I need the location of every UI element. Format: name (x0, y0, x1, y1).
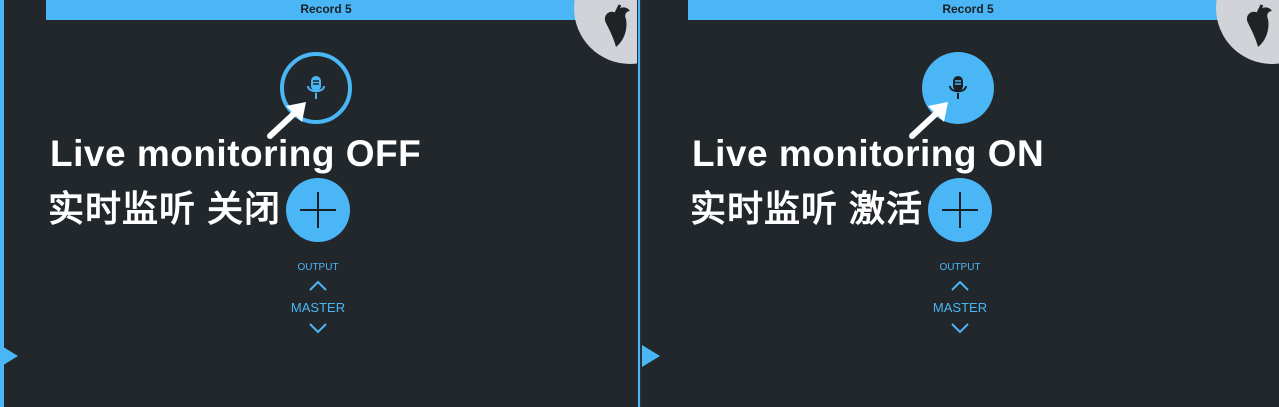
output-label: OUTPUT (297, 262, 339, 273)
fl-studio-fruit-logo-icon (1246, 4, 1272, 47)
add-button[interactable] (286, 178, 350, 242)
chevron-down-icon[interactable] (950, 321, 970, 335)
output-master-selector[interactable]: MASTER (910, 300, 1010, 315)
fl-studio-fruit-logo-icon (604, 4, 630, 47)
record-title-bar[interactable]: Record 5 (688, 0, 1248, 20)
expand-arrow-icon[interactable] (642, 345, 660, 367)
panel-monitoring-on: Record 5 OUTPUT MASTER Live monitoring O… (642, 0, 1279, 407)
expand-arrow-icon[interactable] (0, 345, 18, 367)
output-label: OUTPUT (939, 262, 981, 273)
chevron-down-icon[interactable] (308, 321, 328, 335)
record-title-bar[interactable]: Record 5 (46, 0, 606, 20)
add-button[interactable] (928, 178, 992, 242)
chevron-up-icon[interactable] (308, 278, 328, 292)
chevron-up-icon[interactable] (950, 278, 970, 292)
caption-chinese: 实时监听 激活 (690, 188, 924, 229)
output-master-selector[interactable]: MASTER (268, 300, 368, 315)
panel-monitoring-off: Record 5 OUTPUT MASTER Live monitoring O… (0, 0, 637, 407)
caption-chinese: 实时监听 关闭 (48, 188, 282, 229)
caption-english: Live monitoring OFF (50, 133, 422, 174)
caption-english: Live monitoring ON (692, 133, 1045, 174)
